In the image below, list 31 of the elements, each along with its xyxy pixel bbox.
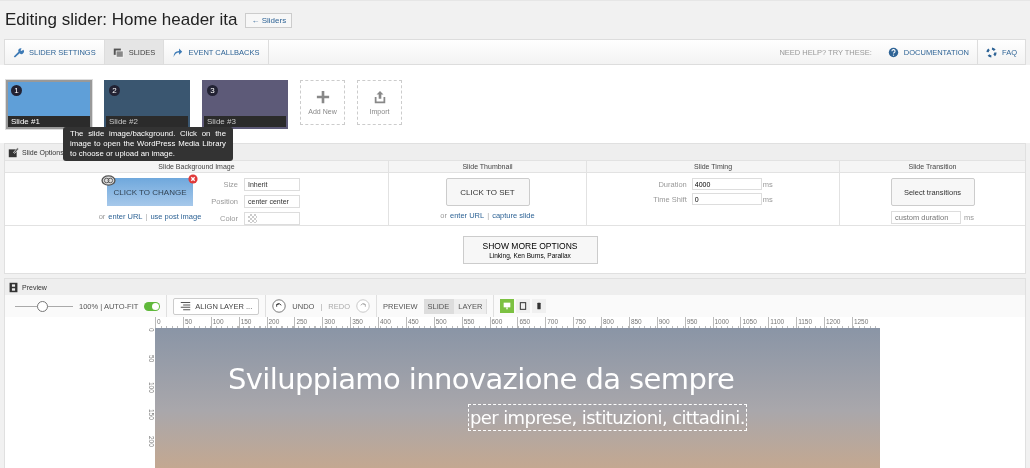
desktop-icon bbox=[503, 302, 512, 310]
phone-icon bbox=[535, 302, 544, 310]
device-button[interactable] bbox=[532, 299, 547, 313]
cloud-icon[interactable] bbox=[100, 175, 116, 186]
lifebuoy-icon bbox=[986, 46, 997, 58]
remove-icon[interactable] bbox=[187, 174, 198, 184]
slides-icon bbox=[112, 46, 124, 58]
back-button[interactable]: ← Sliders bbox=[245, 12, 293, 28]
tablet-icon bbox=[519, 302, 528, 310]
wrench-icon bbox=[13, 46, 24, 58]
page-title: Editing slider: Home header ita bbox=[5, 10, 238, 30]
slide-number: 3 bbox=[207, 85, 218, 96]
auto-fit-toggle[interactable] bbox=[144, 301, 161, 311]
upload-icon bbox=[372, 90, 387, 104]
thumbnail-button[interactable]: CLICK TO SET bbox=[445, 178, 530, 206]
slide-thumbnail[interactable]: 2 Slide #2 bbox=[104, 80, 190, 129]
zoom-slider[interactable] bbox=[15, 301, 73, 311]
undo-icon[interactable] bbox=[272, 299, 287, 313]
plus-icon bbox=[315, 90, 330, 104]
slide-label: Slide #1 bbox=[8, 116, 90, 127]
slide-number: 1 bbox=[11, 85, 22, 96]
background-image-button[interactable]: CLICK TO CHANGE bbox=[106, 178, 193, 206]
curved-arrow-icon bbox=[172, 46, 184, 58]
color-field[interactable] bbox=[244, 211, 300, 225]
slide-thumbnail[interactable]: 3 Slide #3 bbox=[202, 80, 288, 129]
slide-label: Slide #2 bbox=[106, 116, 188, 127]
slide-number: 2 bbox=[109, 85, 120, 96]
slide-label: Slide #3 bbox=[204, 116, 286, 127]
help-icon bbox=[887, 46, 899, 58]
align-icon bbox=[180, 300, 192, 312]
device-button[interactable] bbox=[516, 299, 531, 313]
